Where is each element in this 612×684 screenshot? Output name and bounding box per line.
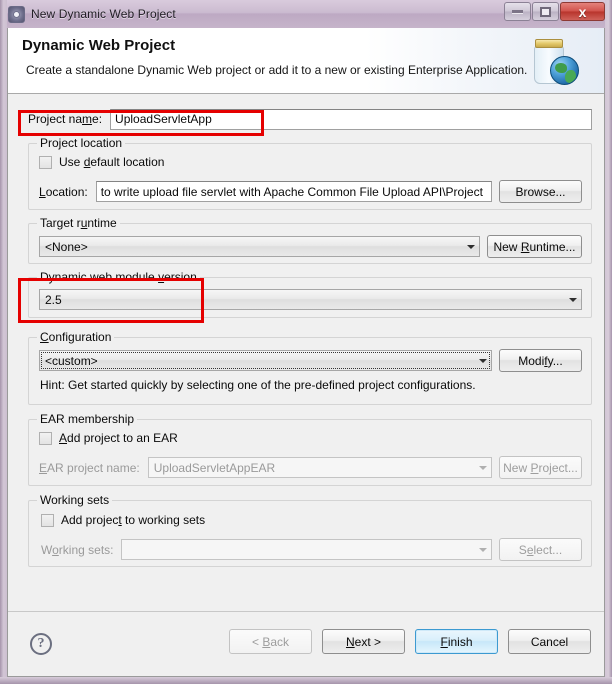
working-sets-combo <box>121 539 492 560</box>
next-label: Next > <box>345 634 382 649</box>
title-bar[interactable]: New Dynamic Web Project x <box>0 0 612 28</box>
new-project-button: New Project... <box>499 456 582 479</box>
chevron-down-icon <box>474 540 491 559</box>
jar-globe-icon <box>528 32 588 90</box>
finish-label: Finish <box>440 634 473 649</box>
dialog-footer: ? < Back Next > Finish Cancel <box>8 611 604 676</box>
window-border-bottom <box>0 677 612 684</box>
dialog-body: Dynamic Web Project Create a standalone … <box>7 28 605 677</box>
configuration-combo[interactable]: <custom> <box>39 350 492 371</box>
location-label: Location: <box>39 184 88 199</box>
working-sets-group: Working sets Add project to working sets… <box>28 493 592 567</box>
wizard-header: Dynamic Web Project Create a standalone … <box>8 28 604 94</box>
add-project-to-working-sets-label: Add project to working sets <box>61 513 206 527</box>
window-controls: x <box>504 2 605 21</box>
ear-project-name-combo: UploadServletAppEAR <box>147 457 492 478</box>
project-name-label: Project name: <box>28 112 103 126</box>
use-default-location-checkbox[interactable] <box>39 155 52 169</box>
configuration-hint: Hint: Get started quickly by selecting o… <box>40 378 476 392</box>
target-runtime-value: <None> <box>45 239 88 254</box>
target-runtime-combo[interactable]: <None> <box>39 236 480 257</box>
project-name-input[interactable]: UploadServletApp <box>110 108 592 130</box>
new-project-label: New Project... <box>503 460 578 475</box>
select-button: Select... <box>499 538 582 561</box>
next-button[interactable]: Next > <box>322 629 405 654</box>
ear-project-name-row: EAR project name: UploadServletAppEAR Ne… <box>39 456 582 479</box>
close-button[interactable]: x <box>560 2 605 21</box>
configuration-legend: Configuration <box>37 330 115 344</box>
browse-label: Browse... <box>515 184 566 199</box>
window-border-right <box>605 0 612 684</box>
page-title: Dynamic Web Project <box>22 37 176 54</box>
target-runtime-legend: Target runtime <box>37 216 120 230</box>
add-project-to-ear-label: Add project to an EAR <box>59 431 178 445</box>
finish-button[interactable]: Finish <box>415 629 498 654</box>
back-label: < Back <box>251 634 290 649</box>
select-label: Select... <box>518 542 563 557</box>
add-project-to-working-sets-row[interactable]: Add project to working sets <box>41 513 205 527</box>
back-button: < Back <box>229 629 312 654</box>
chevron-down-icon[interactable] <box>462 237 479 256</box>
ear-membership-legend: EAR membership <box>37 412 138 426</box>
chevron-down-icon[interactable] <box>474 351 491 370</box>
project-name-value: UploadServletApp <box>115 112 212 126</box>
configuration-value: <custom> <box>45 353 98 368</box>
configuration-row: <custom> Modify... <box>39 349 582 372</box>
help-icon[interactable]: ? <box>30 633 52 655</box>
minimize-button[interactable] <box>504 2 531 21</box>
ear-project-name-value: UploadServletAppEAR <box>153 460 276 475</box>
dialog-window: New Dynamic Web Project x Dynamic Web Pr… <box>0 0 612 684</box>
configuration-group: Configuration <custom> Modify... Hint: G… <box>28 330 592 405</box>
wizard-buttons: < Back Next > Finish Cancel <box>229 629 591 654</box>
dynamic-web-module-version-value: 2.5 <box>45 292 62 307</box>
use-default-location-row[interactable]: Use default location <box>39 155 164 169</box>
use-default-location-label: Use default location <box>59 155 165 169</box>
maximize-button[interactable] <box>532 2 559 21</box>
window-gear-icon <box>8 5 25 23</box>
close-icon: x <box>578 3 587 20</box>
new-runtime-button[interactable]: New Runtime... <box>487 235 582 258</box>
dynamic-web-module-version-group: Dynamic web module version 2.5 <box>28 270 592 318</box>
dynamic-web-module-version-legend: Dynamic web module version <box>37 270 200 284</box>
browse-button[interactable]: Browse... <box>499 180 582 203</box>
working-sets-legend: Working sets <box>37 493 113 507</box>
target-runtime-row: <None> New Runtime... <box>39 235 582 258</box>
working-sets-label: Working sets: <box>41 542 114 557</box>
maximize-icon <box>540 6 551 17</box>
project-location-legend: Project location <box>37 136 126 150</box>
add-project-to-ear-row[interactable]: Add project to an EAR <box>39 431 178 445</box>
modify-label: Modify... <box>518 353 563 368</box>
dynamic-web-module-version-combo[interactable]: 2.5 <box>39 289 582 310</box>
project-location-group: Project location Use default location Lo… <box>28 136 592 210</box>
location-row: Location: to write upload file servlet w… <box>39 180 582 203</box>
add-project-to-ear-checkbox[interactable] <box>39 431 52 445</box>
working-sets-row: Working sets: Select... <box>41 538 582 561</box>
target-runtime-group: Target runtime <None> New Runtime... <box>28 216 592 264</box>
wizard-content: Project name: UploadServletApp Project l… <box>8 94 604 610</box>
cancel-button[interactable]: Cancel <box>508 629 591 654</box>
location-input[interactable]: to write upload file servlet with Apache… <box>95 181 492 202</box>
project-name-row: Project name: UploadServletApp <box>28 108 592 130</box>
ear-membership-group: EAR membership Add project to an EAR EAR… <box>28 412 592 486</box>
add-project-to-working-sets-checkbox[interactable] <box>41 513 54 527</box>
chevron-down-icon <box>474 458 491 477</box>
cancel-label: Cancel <box>530 634 569 649</box>
minimize-icon <box>512 10 523 13</box>
dynamic-web-module-version-row: 2.5 <box>39 289 582 310</box>
location-value: to write upload file servlet with Apache… <box>100 184 483 199</box>
modify-button[interactable]: Modify... <box>499 349 582 372</box>
ear-project-name-label: EAR project name: <box>39 460 140 475</box>
window-title: New Dynamic Web Project <box>31 7 176 21</box>
window-border-left <box>0 0 7 684</box>
new-runtime-label: New Runtime... <box>493 239 576 254</box>
chevron-down-icon[interactable] <box>564 290 581 309</box>
page-subtitle: Create a standalone Dynamic Web project … <box>26 63 528 77</box>
